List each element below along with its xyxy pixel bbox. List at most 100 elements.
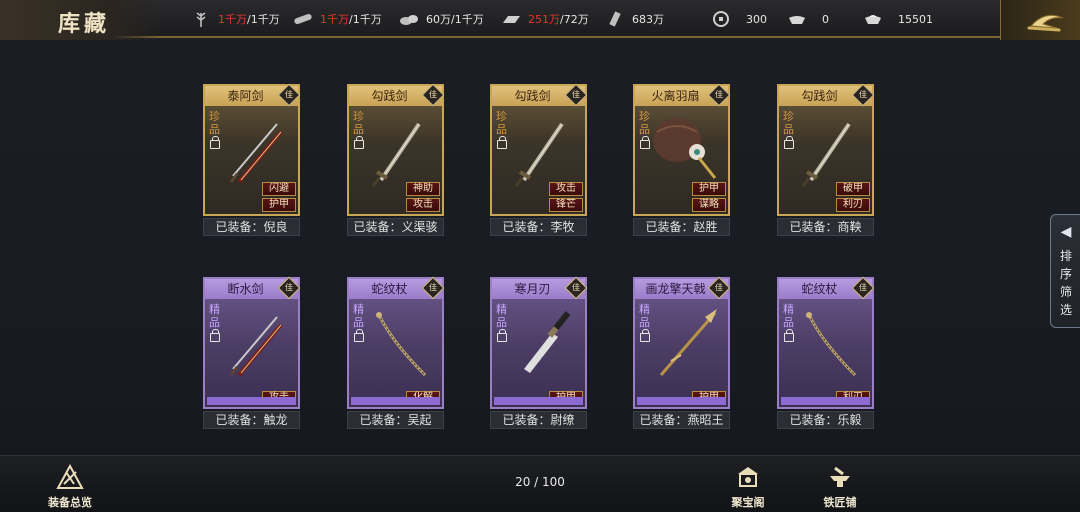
equipped-owner: 赵胜 — [693, 220, 718, 234]
equipment-card[interactable]: 勾践剑佳珍品 神助 攻击已装备：义渠骇 — [347, 83, 445, 236]
sort-filter-tab[interactable]: ◀ 排序筛选 — [1050, 214, 1080, 328]
equipment-overview-label: 装备总览 — [48, 496, 92, 509]
equipped-owner: 义渠骇 — [401, 220, 438, 234]
top-bar: 库藏 1千万/1千万 1千万/1千万 60万/1千万 251万/72万 683万 300 0… — [0, 0, 1080, 40]
equipped-by-label: 已装备：吴起 — [347, 411, 444, 429]
equipped-owner: 倪良 — [263, 220, 288, 234]
rarity-strip — [494, 397, 583, 405]
equipment-card[interactable]: 蛇纹杖佳精品利刃已装备：乐毅 — [777, 276, 875, 429]
resource-decree: 683万 — [604, 9, 664, 29]
card-frame: 勾践剑佳珍品 破甲 利刃 — [777, 83, 875, 216]
rarity-strip — [351, 204, 440, 212]
page-count: 20 / 100 — [515, 475, 565, 489]
quality-badge-label: 佳 — [285, 283, 293, 292]
equipped-prefix: 已装备： — [645, 220, 694, 234]
sword-icon — [502, 110, 582, 190]
sword-pair-icon — [215, 303, 295, 383]
equipped-owner: 李牧 — [550, 220, 575, 234]
equipped-owner: 尉缭 — [550, 413, 575, 427]
sword-pair-icon — [215, 110, 295, 190]
resource-silver-ingot: 15501 — [862, 9, 933, 29]
quality-badge-label: 佳 — [285, 90, 293, 99]
equipment-card[interactable]: 火离羽扇佳珍品 护甲 谋略已装备：赵胜 — [633, 83, 731, 236]
rarity-strip — [351, 397, 440, 405]
fan-icon — [645, 110, 725, 190]
attribute-tag: 攻击 — [549, 182, 583, 196]
quality-badge-label: 佳 — [572, 283, 580, 292]
anvil-icon — [830, 466, 850, 487]
quality-badge-label: 佳 — [715, 283, 723, 292]
card-frame: 断水剑佳精品攻击 — [203, 276, 301, 409]
sword-icon — [789, 110, 869, 190]
rarity-strip — [207, 204, 296, 212]
blacksmith-label: 铁匠铺 — [823, 496, 857, 509]
equipped-owner: 吴起 — [407, 413, 432, 427]
equipped-prefix: 已装备： — [359, 413, 408, 427]
resource-max: /1千万 — [349, 13, 382, 26]
page-title: 库藏 — [58, 11, 111, 37]
equipped-owner: 燕昭王 — [687, 413, 724, 427]
staff-icon — [359, 303, 439, 383]
card-frame: 勾践剑佳珍品 攻击 锋芒 — [490, 83, 588, 216]
storage-screen: 库藏 1千万/1千万 1千万/1千万 60万/1千万 251万/72万 683万 300 0… — [0, 0, 1080, 512]
sort-filter-label: 排序筛选 — [1059, 249, 1072, 317]
halberd-icon — [645, 303, 725, 383]
quality-badge-label: 佳 — [572, 90, 580, 99]
attribute-tag: 神助 — [406, 182, 440, 196]
quality-badge-label: 佳 — [859, 283, 867, 292]
equipped-by-label: 已装备：商鞅 — [777, 218, 874, 236]
equipped-prefix: 已装备： — [639, 413, 688, 427]
stone-icon — [398, 10, 420, 28]
resource-value: 1千万 — [218, 13, 247, 26]
blade-icon — [502, 303, 582, 383]
treasure-pavilion-button[interactable]: 聚宝阁 — [716, 464, 780, 510]
equipped-by-label: 已装备：尉缭 — [490, 411, 587, 429]
equipped-by-label: 已装备：乐毅 — [777, 411, 874, 429]
rarity-strip — [781, 397, 870, 405]
equipped-prefix: 已装备： — [353, 220, 402, 234]
gold-ingot-icon — [786, 10, 808, 28]
quality-badge-label: 佳 — [715, 90, 723, 99]
rarity-strip — [637, 397, 726, 405]
attribute-tag: 破甲 — [836, 182, 870, 196]
silver-ingot-icon — [862, 10, 884, 28]
equipment-card[interactable]: 断水剑佳精品攻击已装备：触龙 — [203, 276, 301, 429]
staff-icon — [789, 303, 869, 383]
rarity-strip — [781, 204, 870, 212]
equipped-owner: 触龙 — [263, 413, 288, 427]
rarity-strip — [207, 397, 296, 405]
resource-value: 60万 — [426, 13, 451, 26]
rarity-strip — [637, 204, 726, 212]
chevron-left-icon: ◀ — [1060, 224, 1072, 240]
blacksmith-button[interactable]: 铁匠铺 — [808, 464, 872, 510]
equipment-overview-button[interactable]: 装备总览 — [38, 464, 102, 510]
equipped-prefix: 已装备： — [789, 413, 838, 427]
card-frame: 寒月刃佳精品护甲 — [490, 276, 588, 409]
resource-max: /1千万 — [451, 13, 484, 26]
sword-icon — [359, 110, 439, 190]
equipment-card[interactable]: 蛇纹杖佳精品化解已装备：吴起 — [347, 276, 445, 429]
card-frame: 蛇纹杖佳精品利刃 — [777, 276, 875, 409]
attribute-tag: 护甲 — [692, 182, 726, 196]
equipped-prefix: 已装备： — [502, 220, 551, 234]
wheat-icon — [190, 10, 212, 28]
equipment-card[interactable]: 画龙擎天戟佳精品护甲已装备：燕昭王 — [633, 276, 731, 429]
equipment-card[interactable]: 勾践剑佳珍品 攻击 锋芒已装备：李牧 — [490, 83, 588, 236]
equipment-card[interactable]: 寒月刃佳精品护甲已装备：尉缭 — [490, 276, 588, 429]
resource-value: 15501 — [898, 12, 933, 26]
resource-wheat: 1千万/1千万 — [190, 9, 280, 29]
equipment-overview-icon — [56, 464, 84, 489]
treasure-pavilion-label: 聚宝阁 — [731, 496, 765, 509]
card-frame: 勾践剑佳珍品 神助 攻击 — [347, 83, 445, 216]
equipment-card[interactable]: 泰阿剑佳珍品 闪避 护甲 已装备：倪良 — [203, 83, 301, 236]
equipment-card[interactable]: 勾践剑佳珍品 破甲 利刃已装备：商鞅 — [777, 83, 875, 236]
quality-badge-label: 佳 — [429, 90, 437, 99]
card-frame: 火离羽扇佳珍品 护甲 谋略 — [633, 83, 731, 216]
equipped-by-label: 已装备：李牧 — [490, 218, 587, 236]
equipped-prefix: 已装备： — [215, 413, 264, 427]
resource-stone: 60万/1千万 — [398, 9, 484, 29]
back-button[interactable] — [1000, 0, 1080, 40]
equipped-prefix: 已装备： — [502, 413, 551, 427]
back-arrow-icon — [1027, 14, 1064, 32]
iron-icon — [500, 10, 522, 28]
